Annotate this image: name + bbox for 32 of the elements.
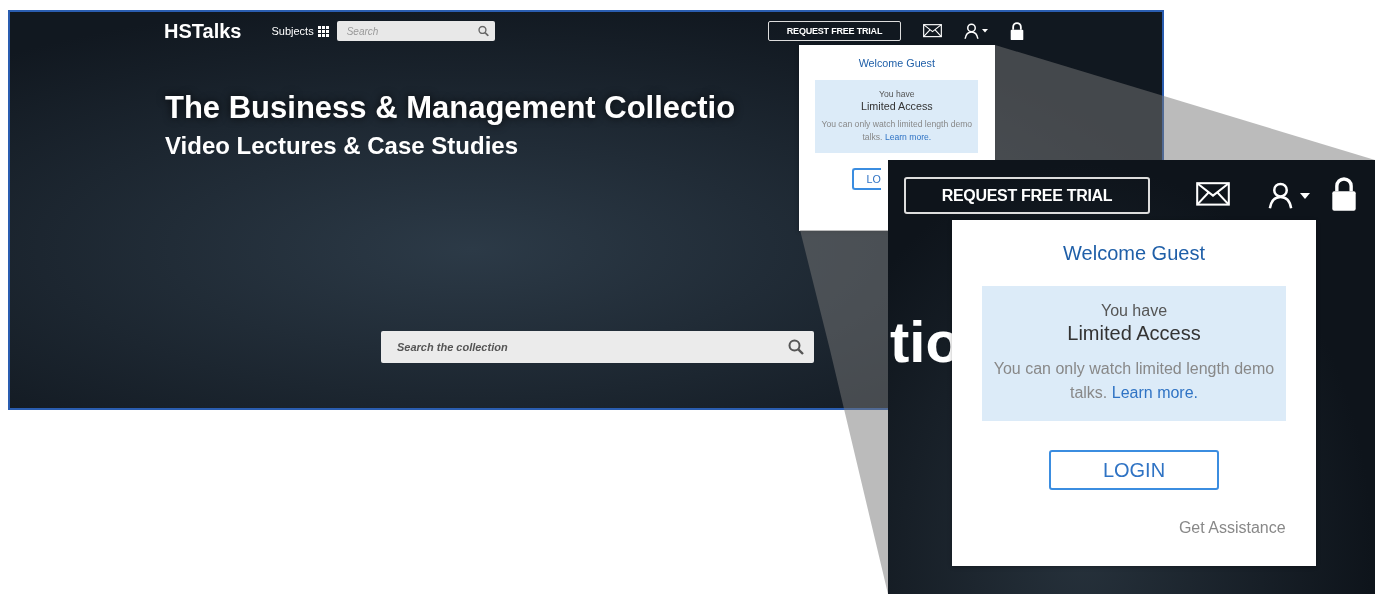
access-intro: You have: [878, 88, 916, 99]
search-icon[interactable]: [477, 25, 489, 37]
access-note: You can only watch limited length demo talks. Learn more.: [820, 118, 974, 145]
learn-more-link[interactable]: Learn more.: [884, 132, 932, 143]
envelope-icon[interactable]: [923, 24, 942, 38]
access-note: You can only watch limited length demo talks. Learn more.: [992, 359, 1276, 404]
subjects-menu[interactable]: Subjects: [271, 25, 329, 37]
envelope-icon[interactable]: [1196, 182, 1230, 206]
grid-icon[interactable]: [317, 25, 329, 37]
hero-subtitle: Video Lectures & Case Studies: [165, 132, 518, 160]
hero-title: The Business & Management Collectio: [165, 90, 736, 126]
learn-more-link[interactable]: Learn more.: [1111, 384, 1199, 402]
search-field[interactable]: Search: [336, 21, 495, 41]
lock-icon[interactable]: [1331, 177, 1357, 211]
login-button[interactable]: LOGIN: [1049, 450, 1219, 491]
lock-icon[interactable]: [1010, 21, 1024, 41]
menu-title: Welcome Guest: [1063, 242, 1205, 266]
access-level: Limited Access: [859, 99, 934, 112]
caret-icon[interactable]: [982, 29, 988, 33]
user-icon[interactable]: [964, 22, 979, 40]
site-logo[interactable]: HSTalks: [164, 19, 242, 43]
menu-title: Welcome Guest: [858, 57, 935, 70]
request-trial-button[interactable]: REQUEST FREE TRIAL: [904, 177, 1150, 215]
request-trial-button[interactable]: REQUEST FREE TRIAL: [768, 21, 901, 41]
get-assistance-link[interactable]: Get Assistance: [1178, 519, 1286, 537]
access-intro: You have: [1099, 302, 1169, 321]
collection-search-field[interactable]: Search the collection: [381, 331, 814, 363]
user-icon[interactable]: [1268, 182, 1293, 210]
login-button[interactable]: LO: [851, 168, 881, 190]
access-level: Limited Access: [1066, 322, 1202, 346]
search-icon[interactable]: [788, 339, 804, 355]
caret-icon[interactable]: [1300, 192, 1310, 199]
